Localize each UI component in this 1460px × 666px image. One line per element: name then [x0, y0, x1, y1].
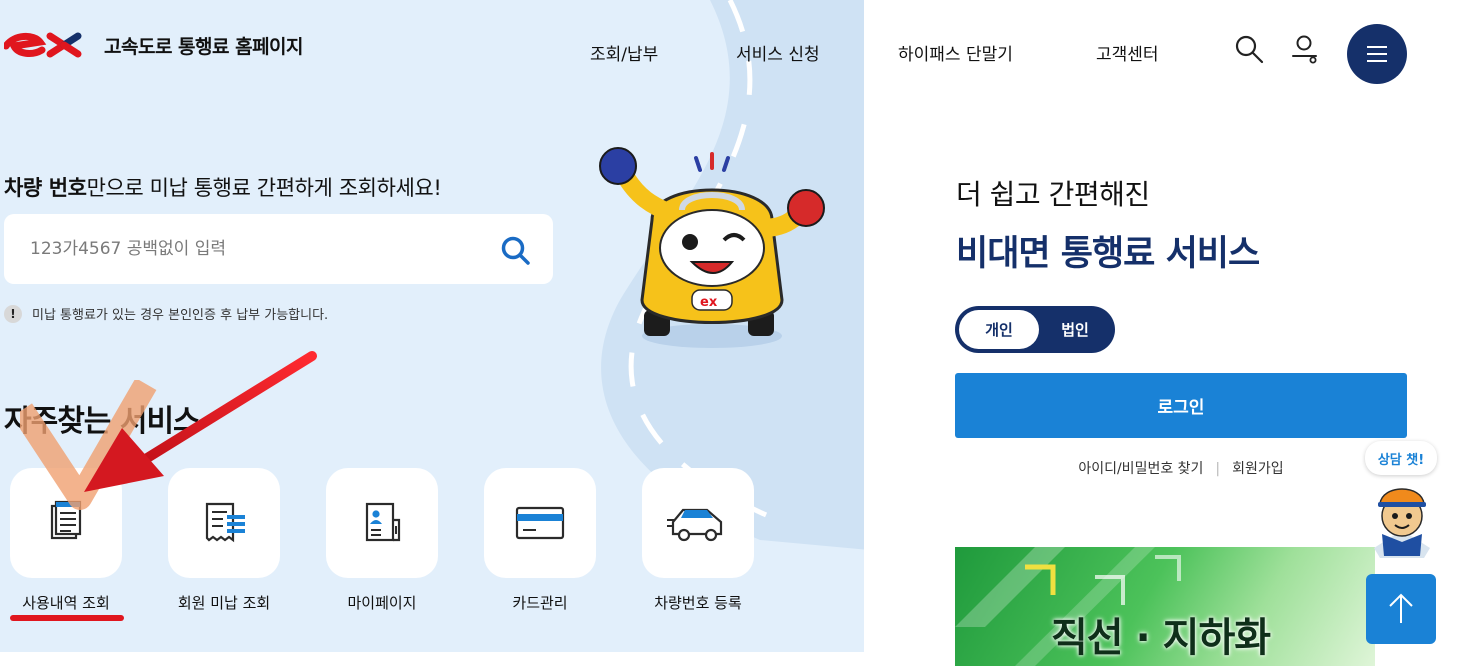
service-label[interactable]: 사용내역 조회: [0, 592, 152, 613]
service-mypage[interactable]: 마이페이지: [326, 468, 438, 612]
menu-button[interactable]: [1347, 24, 1407, 84]
user-icon[interactable]: [1290, 34, 1320, 64]
credit-card-icon: [515, 506, 565, 540]
banner-text: 직선 · 지하화: [1051, 615, 1271, 661]
account-links: 아이디/비밀번호 찾기 | 회원가입: [955, 458, 1407, 478]
nav-customer-center[interactable]: 고객센터: [1096, 40, 1159, 65]
promo-banner[interactable]: 직선 · 지하화: [955, 547, 1375, 666]
service-card-management[interactable]: 카드관리: [484, 468, 596, 612]
chatbot-bubble[interactable]: 상담 챗!: [1365, 441, 1437, 475]
payment-notice: ! 미납 통행료가 있는 경우 본인인증 후 납부 가능합니다.: [4, 304, 328, 323]
site-header: 고속도로 통행료 홈페이지 조회/납부 서비스 신청 하이패스 단말기 고객센터: [0, 0, 1460, 100]
svg-text:ex: ex: [700, 295, 718, 310]
promo-title: 비대면 통행료 서비스: [956, 234, 1260, 274]
service-card[interactable]: [326, 468, 438, 578]
search-headline: 차량 번호만으로 미납 통행료 간편하게 조회하세요!: [4, 172, 442, 202]
toggle-corporate[interactable]: 법인: [1039, 310, 1111, 349]
find-account-link[interactable]: 아이디/비밀번호 찾기: [1078, 461, 1203, 477]
login-button[interactable]: 로그인: [955, 373, 1407, 438]
ex-logo-icon: [4, 32, 82, 58]
service-label[interactable]: 마이페이지: [296, 592, 468, 613]
chatbot-mascot-icon[interactable]: [1364, 478, 1440, 558]
nav-hipass-device[interactable]: 하이패스 단말기: [898, 40, 1013, 65]
nav-service-application[interactable]: 서비스 신청: [736, 40, 820, 65]
promo-subtitle: 더 쉽고 간편해진: [956, 178, 1150, 211]
service-card[interactable]: [642, 468, 754, 578]
notice-text: 미납 통행료가 있는 경우 본인인증 후 납부 가능합니다.: [32, 308, 329, 323]
arrow-up-icon: [1389, 593, 1413, 623]
search-icon[interactable]: [1234, 34, 1264, 64]
service-card[interactable]: [484, 468, 596, 578]
scroll-top-button[interactable]: [1366, 574, 1436, 644]
service-label[interactable]: 회원 미납 조회: [138, 592, 310, 613]
headline-bold: 차량 번호: [4, 176, 87, 200]
car-icon: [667, 508, 723, 542]
mascot-car-icon: ex: [599, 147, 825, 348]
headline-rest: 만으로 미납 통행료 간편하게 조회하세요!: [86, 176, 442, 200]
service-label[interactable]: 카드관리: [454, 592, 626, 613]
signup-link[interactable]: 회원가입: [1232, 461, 1284, 477]
receipt-icon: [205, 502, 245, 543]
site-logo[interactable]: 고속도로 통행료 홈페이지: [4, 30, 304, 60]
hamburger-icon: [1367, 46, 1387, 62]
highlight-underline: [10, 615, 124, 621]
service-vehicle-registration[interactable]: 차량번호 등록: [642, 468, 754, 612]
search-submit-icon[interactable]: [499, 234, 533, 268]
nav-inquiry-payment[interactable]: 조회/납부: [590, 40, 658, 65]
red-arrow-annotation-icon: [84, 351, 317, 492]
vehicle-search-box: [4, 214, 553, 284]
logo-text: 고속도로 통행료 홈페이지: [104, 35, 304, 58]
profile-card-icon: [365, 502, 401, 542]
exclamation-icon: !: [4, 304, 22, 323]
vehicle-number-input[interactable]: [30, 232, 470, 266]
link-separator: |: [1215, 461, 1221, 477]
member-type-toggle[interactable]: 개인 법인: [955, 306, 1115, 353]
toggle-personal[interactable]: 개인: [959, 310, 1039, 349]
service-label[interactable]: 차량번호 등록: [612, 592, 784, 613]
